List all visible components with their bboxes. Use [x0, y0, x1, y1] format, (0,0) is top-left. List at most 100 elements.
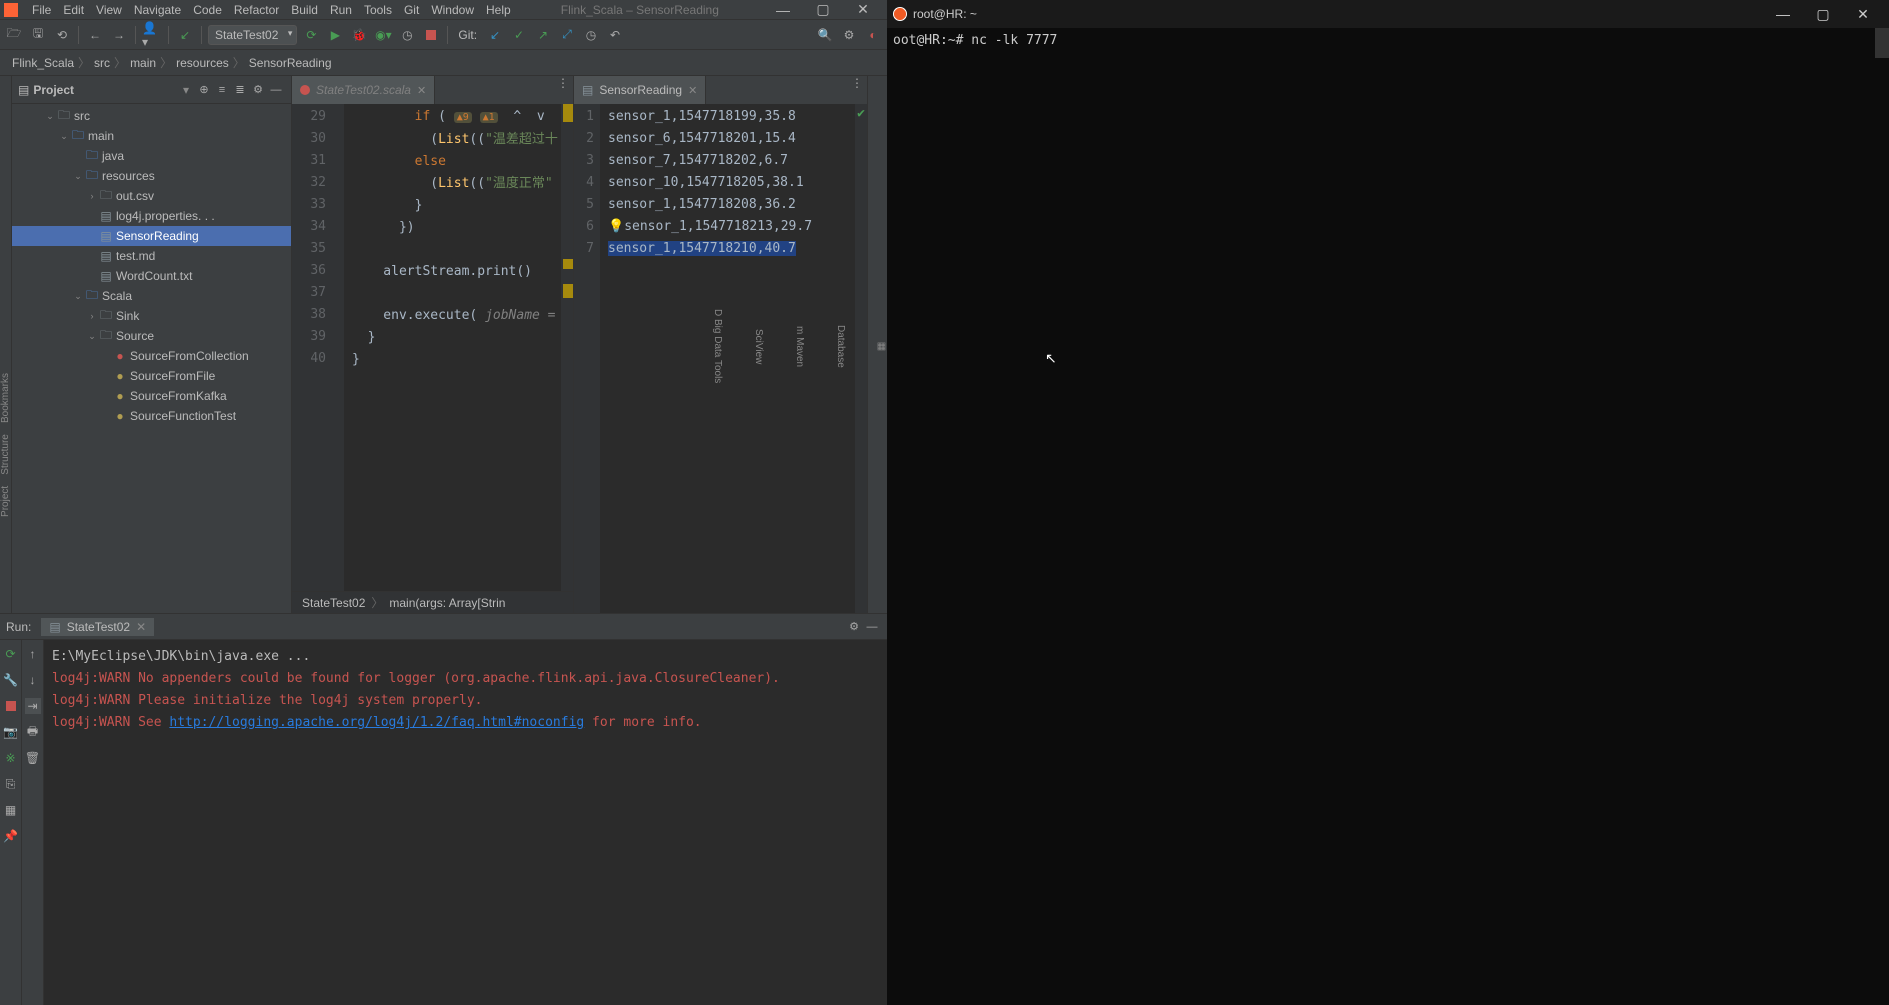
- coverage-icon[interactable]: ◉▾: [373, 25, 393, 45]
- tree-row[interactable]: ▤WordCount.txt: [12, 266, 291, 286]
- print-icon[interactable]: 🖶: [25, 724, 41, 740]
- menu-refactor[interactable]: Refactor: [228, 3, 285, 17]
- tree-row[interactable]: ▤test.md: [12, 246, 291, 266]
- gear-icon[interactable]: ⚙: [249, 83, 267, 96]
- console-output[interactable]: E:\MyEclipse\JDK\bin\java.exe ...log4j:W…: [44, 640, 887, 1005]
- chevron-icon[interactable]: ⌄: [86, 331, 98, 342]
- undo-icon[interactable]: ↶: [605, 25, 625, 45]
- git-commit-icon[interactable]: ✓: [509, 25, 529, 45]
- debug-icon[interactable]: 🐞: [349, 25, 369, 45]
- hide-icon[interactable]: —: [863, 621, 881, 633]
- terminal-scrollbar[interactable]: [1875, 28, 1889, 58]
- chevron-icon[interactable]: ⌄: [44, 111, 56, 122]
- chevron-icon[interactable]: ›: [86, 311, 98, 321]
- run-config-dropdown[interactable]: StateTest02: [208, 25, 297, 45]
- chevron-icon[interactable]: ⌄: [58, 131, 70, 142]
- code-content[interactable]: if ( ▲9 ▲1 ^ v (List(("温差超过十 else (List(…: [344, 104, 573, 591]
- layout-icon[interactable]: ▦: [3, 802, 19, 818]
- hide-icon[interactable]: —: [267, 84, 285, 96]
- forward-icon[interactable]: →: [109, 25, 129, 45]
- project-tree[interactable]: ⌄🗀src⌄🗀main🗀java⌄🗀resources›🗀out.csv▤log…: [12, 104, 291, 613]
- tree-row[interactable]: ›🗀out.csv: [12, 186, 291, 206]
- run-icon[interactable]: ▶: [325, 25, 345, 45]
- crumb-resources[interactable]: resources: [172, 56, 233, 70]
- rerun-icon[interactable]: ⟳: [3, 646, 19, 662]
- back-icon[interactable]: ←: [85, 25, 105, 45]
- open-icon[interactable]: 🗁: [4, 25, 24, 45]
- rerun-icon[interactable]: ⟳: [301, 25, 321, 45]
- trash-icon[interactable]: 🗑: [25, 750, 41, 766]
- menu-git[interactable]: Git: [398, 3, 425, 17]
- sciview-tool[interactable]: SciView: [753, 329, 764, 364]
- close-tab-icon[interactable]: ✕: [688, 84, 697, 97]
- down-icon[interactable]: ↓: [25, 672, 41, 688]
- code-editor-left[interactable]: 293031323334353637383940 if ( ▲9 ▲1 ^ v …: [292, 104, 573, 591]
- tree-row[interactable]: 🗀java: [12, 146, 291, 166]
- git-push-icon[interactable]: ↗: [533, 25, 553, 45]
- menu-file[interactable]: File: [26, 3, 57, 17]
- build-icon[interactable]: ↙: [175, 25, 195, 45]
- crumb-file[interactable]: SensorReading: [245, 56, 336, 70]
- database-tool[interactable]: Database: [835, 325, 846, 368]
- chevron-icon[interactable]: ›: [86, 191, 98, 201]
- menu-build[interactable]: Build: [285, 3, 324, 17]
- close-run-tab-icon[interactable]: ✕: [136, 620, 146, 634]
- maximize-button[interactable]: ▢: [1803, 6, 1843, 23]
- left-tool-strip[interactable]: Project Structure Bookmarks: [0, 76, 12, 613]
- crumb-main[interactable]: main: [126, 56, 160, 70]
- tree-row[interactable]: ⌄🗀main: [12, 126, 291, 146]
- tree-row[interactable]: ▤log4j.properties. . .: [12, 206, 291, 226]
- collapse-icon[interactable]: ≣: [231, 83, 249, 96]
- profile-icon[interactable]: ◷: [397, 25, 417, 45]
- chevron-down-icon[interactable]: ▾: [183, 83, 189, 97]
- tree-row[interactable]: ▤SensorReading: [12, 226, 291, 246]
- pin-icon[interactable]: 📌: [3, 828, 19, 844]
- marker-strip[interactable]: [561, 104, 573, 591]
- tab-menu-icon[interactable]: ⋮: [553, 76, 573, 104]
- settings-icon[interactable]: ⚙: [839, 25, 859, 45]
- run-tab[interactable]: ▤ StateTest02 ✕: [41, 618, 154, 636]
- crumb-project[interactable]: Flink_Scala: [8, 56, 78, 70]
- camera-icon[interactable]: 📷: [3, 724, 19, 740]
- gear-icon[interactable]: ⚙: [845, 620, 863, 633]
- save-icon[interactable]: 🖫: [28, 25, 48, 45]
- maven-tool[interactable]: m Maven: [794, 326, 805, 367]
- menu-edit[interactable]: Edit: [57, 3, 90, 17]
- ide-icon[interactable]: ◐: [863, 25, 883, 45]
- menu-tools[interactable]: Tools: [358, 3, 398, 17]
- exit-icon[interactable]: ⎘: [3, 776, 19, 792]
- tree-row[interactable]: ●SourceFromFile: [12, 366, 291, 386]
- bigdata-tool[interactable]: D Big Data Tools: [712, 309, 723, 383]
- menu-view[interactable]: View: [90, 3, 128, 17]
- close-button[interactable]: ✕: [1843, 6, 1883, 23]
- dump-icon[interactable]: ※: [3, 750, 19, 766]
- menu-code[interactable]: Code: [187, 3, 228, 17]
- wrench-icon[interactable]: 🔧: [3, 672, 19, 688]
- target-icon[interactable]: ⊕: [195, 83, 213, 96]
- tab-menu-icon[interactable]: ⋮: [847, 76, 867, 104]
- status-class[interactable]: StateTest02: [302, 596, 365, 610]
- menu-help[interactable]: Help: [480, 3, 517, 17]
- wrap-icon[interactable]: ⇥: [25, 698, 41, 714]
- tab-statetest02[interactable]: StateTest02.scala ✕: [292, 76, 435, 104]
- git-pull-icon[interactable]: ↙: [485, 25, 505, 45]
- tree-row[interactable]: ›🗀Sink: [12, 306, 291, 326]
- close-tab-icon[interactable]: ✕: [417, 84, 426, 97]
- up-icon[interactable]: ↑: [25, 646, 41, 662]
- avatar-icon[interactable]: 👤▾: [142, 25, 162, 45]
- stop-icon[interactable]: [421, 25, 441, 45]
- tree-row[interactable]: ●SourceFromKafka: [12, 386, 291, 406]
- tree-row[interactable]: ●SourceFromCollection: [12, 346, 291, 366]
- log-link[interactable]: http://logging.apache.org/log4j/1.2/faq.…: [169, 715, 584, 730]
- code-content[interactable]: sensor_1,1547718199,35.8 sensor_6,154771…: [600, 104, 867, 613]
- expand-icon[interactable]: ≡: [213, 84, 231, 96]
- minimize-button[interactable]: —: [1763, 6, 1803, 22]
- marker-strip[interactable]: ✔: [855, 104, 867, 613]
- close-button[interactable]: ✕: [843, 1, 883, 18]
- terminal-body[interactable]: oot@HR:~# nc -lk 7777: [887, 28, 1889, 1005]
- tree-row[interactable]: ●SourceFunctionTest: [12, 406, 291, 426]
- status-method[interactable]: main(args: Array[Strin: [389, 596, 505, 610]
- maximize-button[interactable]: ▢: [803, 1, 843, 18]
- minimize-button[interactable]: —: [763, 2, 803, 18]
- git-history-icon[interactable]: ⤢: [557, 25, 577, 45]
